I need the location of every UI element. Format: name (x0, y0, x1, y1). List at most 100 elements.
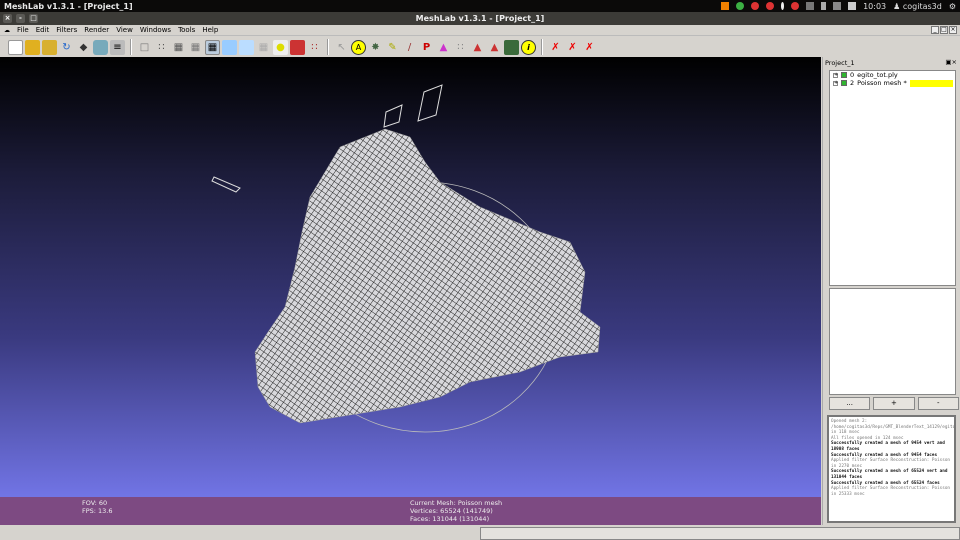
layers-icon[interactable]: ≡ (110, 39, 125, 55)
update-check-icon[interactable] (736, 2, 745, 10)
delete-vertices-icon[interactable]: ✗ (582, 40, 597, 55)
delete-selected-icon[interactable]: ✗ (548, 40, 563, 55)
layer-name: Poisson mesh * (857, 79, 907, 87)
pickpoints-icon[interactable]: P (419, 40, 434, 55)
new-project-icon[interactable] (8, 39, 23, 55)
mdi-restore-button[interactable]: □ (940, 26, 948, 34)
points-render-icon[interactable]: ∷ (154, 40, 169, 55)
gear-icon[interactable]: ⚙ (949, 2, 956, 11)
layer-row[interactable]: + 0 egito_tot.ply (830, 71, 955, 79)
alert-icon[interactable] (791, 2, 800, 10)
progress-box (480, 527, 960, 540)
snapshot-icon[interactable] (93, 39, 108, 55)
light-icon[interactable]: ● (273, 39, 288, 55)
visibility-icon[interactable] (841, 80, 847, 86)
log-window[interactable]: Opened mesh 2: /home/cogitas3d/Reps/GMT_… (827, 415, 956, 523)
log-line: /home/cogitas3d/Reps/GMT_BlenderText_141… (831, 424, 956, 436)
color-icon[interactable]: ▲ (436, 40, 451, 55)
vertices-count: Vertices: 65524 (141749) (410, 507, 493, 515)
smooth-render-icon[interactable] (239, 39, 254, 55)
menu-filters[interactable]: Filters (56, 26, 77, 34)
viewport-status-overlay: FOV: 60 FPS: 13.6 Current Mesh: Poisson … (0, 497, 821, 525)
clock[interactable]: 10:03 (863, 2, 886, 11)
vlc-icon[interactable] (721, 2, 730, 10)
expand-icon[interactable]: + (833, 80, 838, 86)
reload-icon[interactable]: ↻ (59, 40, 74, 55)
active-app-title: MeshLab v1.3.1 - [Project_1] (4, 1, 133, 11)
system-tray: 10:03 ♟ cogitas3d ⚙ (721, 0, 956, 12)
status-bar (0, 525, 960, 540)
more-button[interactable]: ... (829, 397, 871, 410)
fps-readout: FPS: 13.6 (82, 507, 113, 515)
flat-render-icon[interactable] (222, 39, 237, 55)
paint-icon[interactable]: ✎ (385, 40, 400, 55)
mesh-render (211, 84, 601, 433)
fov-readout: FOV: 60 (82, 499, 108, 507)
key-icon[interactable] (781, 2, 785, 10)
log-line: Applied filter Surface Reconstruction: P… (831, 486, 950, 497)
select-vertices-icon[interactable]: ∷ (453, 40, 468, 55)
menu-render[interactable]: Render (84, 26, 109, 34)
fancy-light-icon[interactable]: ∷ (307, 40, 322, 55)
layer-id: 0 (850, 71, 855, 79)
double-side-light-icon[interactable] (290, 39, 305, 55)
panel-title: Project_1 (825, 59, 855, 67)
layer-info-area (829, 288, 956, 395)
select-icon[interactable]: ↖ (334, 40, 349, 55)
plus-button[interactable]: + (873, 397, 915, 410)
expand-icon[interactable]: + (833, 72, 838, 78)
layer-id: 2 (850, 79, 855, 87)
selection-highlight (909, 79, 953, 87)
brush-icon[interactable]: / (402, 40, 417, 55)
log-line: Successfully created a mesh of 9454 vert… (831, 441, 945, 452)
menu-edit[interactable]: Edit (36, 26, 50, 34)
log-line: Successfully created a mesh of 65524 ver… (831, 469, 948, 480)
menu-view[interactable]: View (116, 26, 133, 34)
system-top-bar: MeshLab v1.3.1 - [Project_1] 10:03 ♟ cog… (0, 0, 960, 12)
window-titlebar: × - □ MeshLab v1.3.1 - [Project_1] (0, 12, 960, 25)
layer-name: egito_tot.ply (857, 71, 898, 79)
texture-render-icon[interactable]: ▦ (256, 40, 271, 55)
menu-windows[interactable]: Windows (140, 26, 171, 34)
bug-icon-2[interactable] (766, 2, 775, 10)
user-menu[interactable]: ♟ cogitas3d (893, 2, 942, 11)
open-project-icon[interactable] (25, 39, 40, 55)
export-mesh-icon[interactable]: ◆ (76, 40, 91, 55)
faces-count: Faces: 131044 (131044) (410, 515, 490, 523)
bbox-render-icon[interactable]: □ (137, 40, 152, 55)
raster-icon[interactable] (504, 39, 519, 55)
battery-icon[interactable] (821, 2, 827, 10)
menu-bar: ☁ File Edit Filters Render View Windows … (0, 25, 960, 36)
mdi-controls: _ □ × (931, 26, 957, 34)
bug-icon[interactable] (751, 2, 760, 10)
info-icon[interactable]: i (521, 39, 536, 55)
3d-viewport[interactable]: FOV: 60 FPS: 13.6 Current Mesh: Poisson … (0, 57, 821, 525)
menu-tools[interactable]: Tools (178, 26, 195, 34)
select-faces-icon[interactable]: ▲ (470, 40, 485, 55)
layer-row-selected[interactable]: + 2 Poisson mesh * (830, 79, 955, 87)
import-mesh-icon[interactable] (42, 39, 57, 55)
menu-file[interactable]: File (17, 26, 29, 34)
layer-panel: Project_1 ▣× + 0 egito_tot.ply + 2 Poiss… (822, 57, 960, 525)
app-menu-icon[interactable]: ☁ (4, 27, 10, 34)
menu-help[interactable]: Help (202, 26, 218, 34)
volume-icon[interactable] (848, 2, 857, 10)
visibility-icon[interactable] (841, 72, 847, 78)
wireframe-render-icon[interactable]: ▦ (171, 40, 186, 55)
current-mesh-label: Current Mesh: Poisson mesh (410, 499, 503, 507)
signal-icon[interactable] (833, 2, 842, 10)
panel-float-close-buttons[interactable]: ▣× (945, 58, 957, 66)
mdi-minimize-button[interactable]: _ (931, 26, 939, 34)
toolbar: ↻ ◆ ≡ □ ∷ ▦ ▦ ▦ ▦ ● ∷ ↖ A ✸ ✎ / P ▲ ∷ ▲ … (0, 37, 960, 57)
mail-icon[interactable] (806, 2, 815, 10)
user-name: cogitas3d (902, 1, 942, 11)
align-icon[interactable]: ▲ (487, 40, 502, 55)
delete-faces-icon[interactable]: ✗ (565, 40, 580, 55)
mdi-close-button[interactable]: × (949, 26, 957, 34)
manipulator-icon[interactable]: ✸ (368, 40, 383, 55)
window-title: MeshLab v1.3.1 - [Project_1] (415, 14, 545, 23)
flat-lines-render-icon[interactable]: ▦ (205, 39, 220, 55)
annotation-icon[interactable]: A (351, 39, 366, 55)
hidden-lines-render-icon[interactable]: ▦ (188, 40, 203, 55)
minus-button[interactable]: - (917, 397, 959, 410)
